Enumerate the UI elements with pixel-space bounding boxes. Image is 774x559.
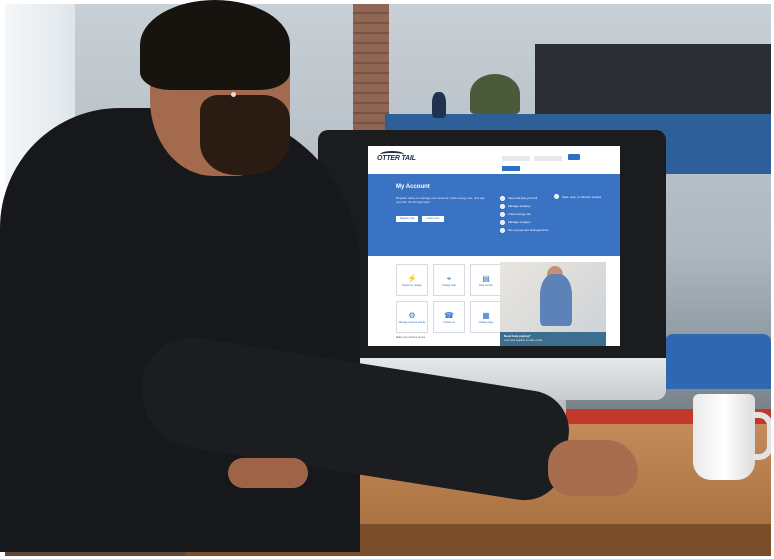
check-icon: ✓ xyxy=(500,219,505,225)
login-button[interactable] xyxy=(568,154,580,160)
help-text: Let's work together to make a plan. xyxy=(504,339,543,342)
mug-handle xyxy=(749,412,771,460)
coffee-mug xyxy=(693,394,755,480)
hero-text: Register today to manage your account, t… xyxy=(396,196,485,204)
check-icon: ✓ xyxy=(500,227,505,233)
dark-shelf xyxy=(535,44,771,114)
register-small-button[interactable] xyxy=(502,166,520,171)
outage-page-icon: ▦ xyxy=(482,310,490,320)
benefit-item: ✓ Manage outages xyxy=(500,218,548,226)
quick-link-tile[interactable]: ⚡ Report an outage xyxy=(396,264,428,296)
activity-icon: ⚙ xyxy=(408,310,416,320)
check-icon: ✓ xyxy=(500,195,505,201)
username-field[interactable] xyxy=(502,156,530,161)
quick-link-label: Contact us xyxy=(443,320,455,324)
benefit-label: Set up payment arrangements xyxy=(508,227,549,232)
vase xyxy=(432,92,446,118)
benefit-label: Track energy use xyxy=(508,211,532,216)
benefit-label: Manage autopay xyxy=(508,203,531,208)
quick-link-tile[interactable]: ☎ Contact us xyxy=(433,301,465,333)
check-icon: ✓ xyxy=(500,211,505,217)
learn-more-button[interactable]: Learn more xyxy=(422,216,444,222)
person-beard xyxy=(200,95,290,175)
document-icon: ▤ xyxy=(482,273,490,283)
plant xyxy=(470,74,520,114)
outage-icon: ⚡ xyxy=(407,273,417,283)
check-icon: ✓ xyxy=(554,194,559,199)
benefit-item: ✓ Set up payment arrangements xyxy=(500,226,548,234)
woman-photo xyxy=(500,262,606,332)
earring xyxy=(231,92,236,97)
benefit-label: Manage outages xyxy=(508,219,531,224)
hero-title: My Account xyxy=(396,184,430,190)
benefits-list: ✓ View and pay your bill ✓ Manage autopay ✓ T… xyxy=(500,194,548,234)
site-header: OTTER TAIL xyxy=(368,146,620,174)
person-body xyxy=(0,108,360,552)
password-field[interactable] xyxy=(534,156,562,161)
benefit-item: ✓ Track energy use xyxy=(500,210,548,218)
quick-link-tile[interactable]: ⚙ Manage account activity xyxy=(396,301,428,333)
quick-link-tile[interactable]: ▦ Outage page xyxy=(470,301,502,333)
benefit-item: ✓ View and pay your bill xyxy=(500,194,548,202)
quick-link-label: Start service xyxy=(479,283,493,287)
benefit-extra: ✓ Start, stop, or transfer service xyxy=(554,194,601,199)
benefit-label: View and pay your bill xyxy=(508,195,538,200)
person-left-hand xyxy=(228,458,308,488)
person-hair xyxy=(140,0,290,90)
quick-link-label: Report an outage xyxy=(402,283,422,287)
person-right-hand xyxy=(548,440,638,496)
footer-text: Make your account secure xyxy=(396,336,426,339)
quick-link-tile[interactable]: ⌖ Outage map xyxy=(433,264,465,296)
check-icon: ✓ xyxy=(500,203,505,209)
map-icon: ⌖ xyxy=(446,273,452,283)
help-panel[interactable]: Need help paying? Let's work together to… xyxy=(500,332,606,346)
photo-person xyxy=(540,274,572,326)
blue-sofa xyxy=(665,334,771,389)
quick-link-tile[interactable]: ▤ Start service xyxy=(470,264,502,296)
register-button[interactable]: Register now xyxy=(396,216,418,222)
site-logo[interactable]: OTTER TAIL xyxy=(377,155,416,162)
benefit-extra-label: Start, stop, or transfer service xyxy=(562,194,602,199)
quick-link-label: Outage map xyxy=(442,283,456,287)
benefit-item: ✓ Manage autopay xyxy=(500,202,548,210)
quick-link-label: Manage account activity xyxy=(398,320,426,324)
help-title: Need help paying? xyxy=(504,334,531,338)
quick-link-label: Outage page xyxy=(478,320,494,324)
quick-links-grid: ⚡ Report an outage ⌖ Outage map ▤ Start servi… xyxy=(396,264,504,334)
hero-banner: My Account Register today to manage your… xyxy=(368,174,620,256)
phone-icon: ☎ xyxy=(444,310,454,320)
monitor-screen: OTTER TAIL My Account Register today to … xyxy=(368,146,620,346)
